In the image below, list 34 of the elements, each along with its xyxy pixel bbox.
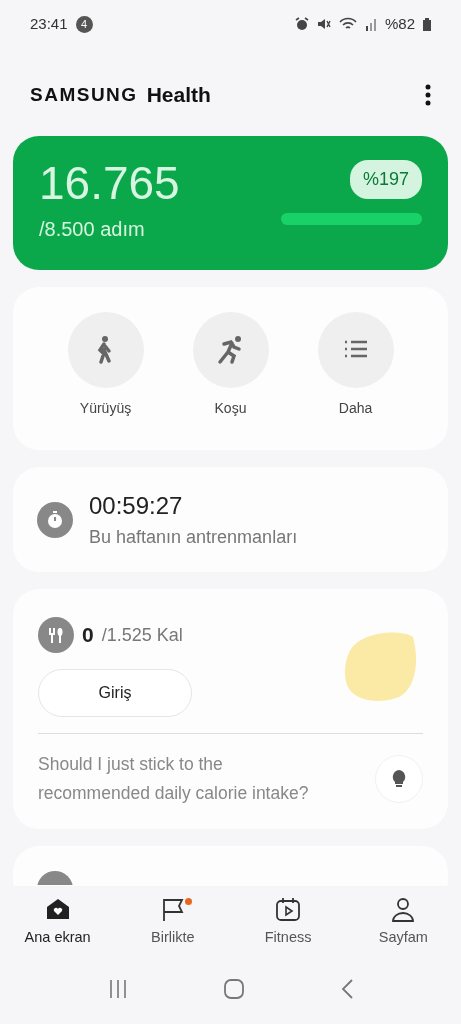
signal-icon [364,17,377,31]
wifi-icon [338,17,357,31]
notification-count: 4 [75,15,93,33]
nav-tab[interactable]: Ana ekran [7,896,108,966]
calendar-play-icon [275,897,302,923]
alarm-icon [294,17,309,31]
app-title: Health [146,82,211,109]
status-time: 23:41 [30,13,68,34]
step-goal: /8.500 adım [39,217,146,242]
entry-button[interactable]: Giriş [38,669,192,717]
mute-icon [316,17,331,31]
workout-caption: Bu haftanın antrenmanları [89,526,298,549]
battery-percent: %82 [384,13,415,34]
back-icon[interactable] [339,978,354,1000]
battery-icon [423,17,431,31]
stopwatch-icon [37,501,73,538]
nav-tab[interactable]: Fitness [238,896,339,966]
calorie-value: 0 [82,622,94,649]
steps-card[interactable]: 16.765 /8.500 adım %197 [13,136,448,270]
person-icon [390,897,417,923]
recent-apps-icon[interactable] [107,979,128,999]
lightbulb-icon[interactable] [375,754,423,803]
nav-tab[interactable]: Sayfam [353,896,454,966]
goal-percent: %197 [349,160,422,199]
home-icon[interactable] [222,978,245,1000]
cutlery-icon [38,617,74,653]
nav-tab[interactable]: Birlikte [122,896,223,966]
workout-card[interactable]: 00:59:27 Bu haftanın antrenmanları [13,467,448,572]
tip-question[interactable]: Should I just stick to the recommended daily calorie intake? [38,750,328,808]
workout-duration: 00:59:27 [89,491,184,521]
step-count: 16.765 [39,160,180,206]
brand-logo: SAMSUNG [30,82,138,107]
more-options-icon[interactable] [425,84,431,106]
calorie-goal: /1.525 Kal [101,623,183,647]
